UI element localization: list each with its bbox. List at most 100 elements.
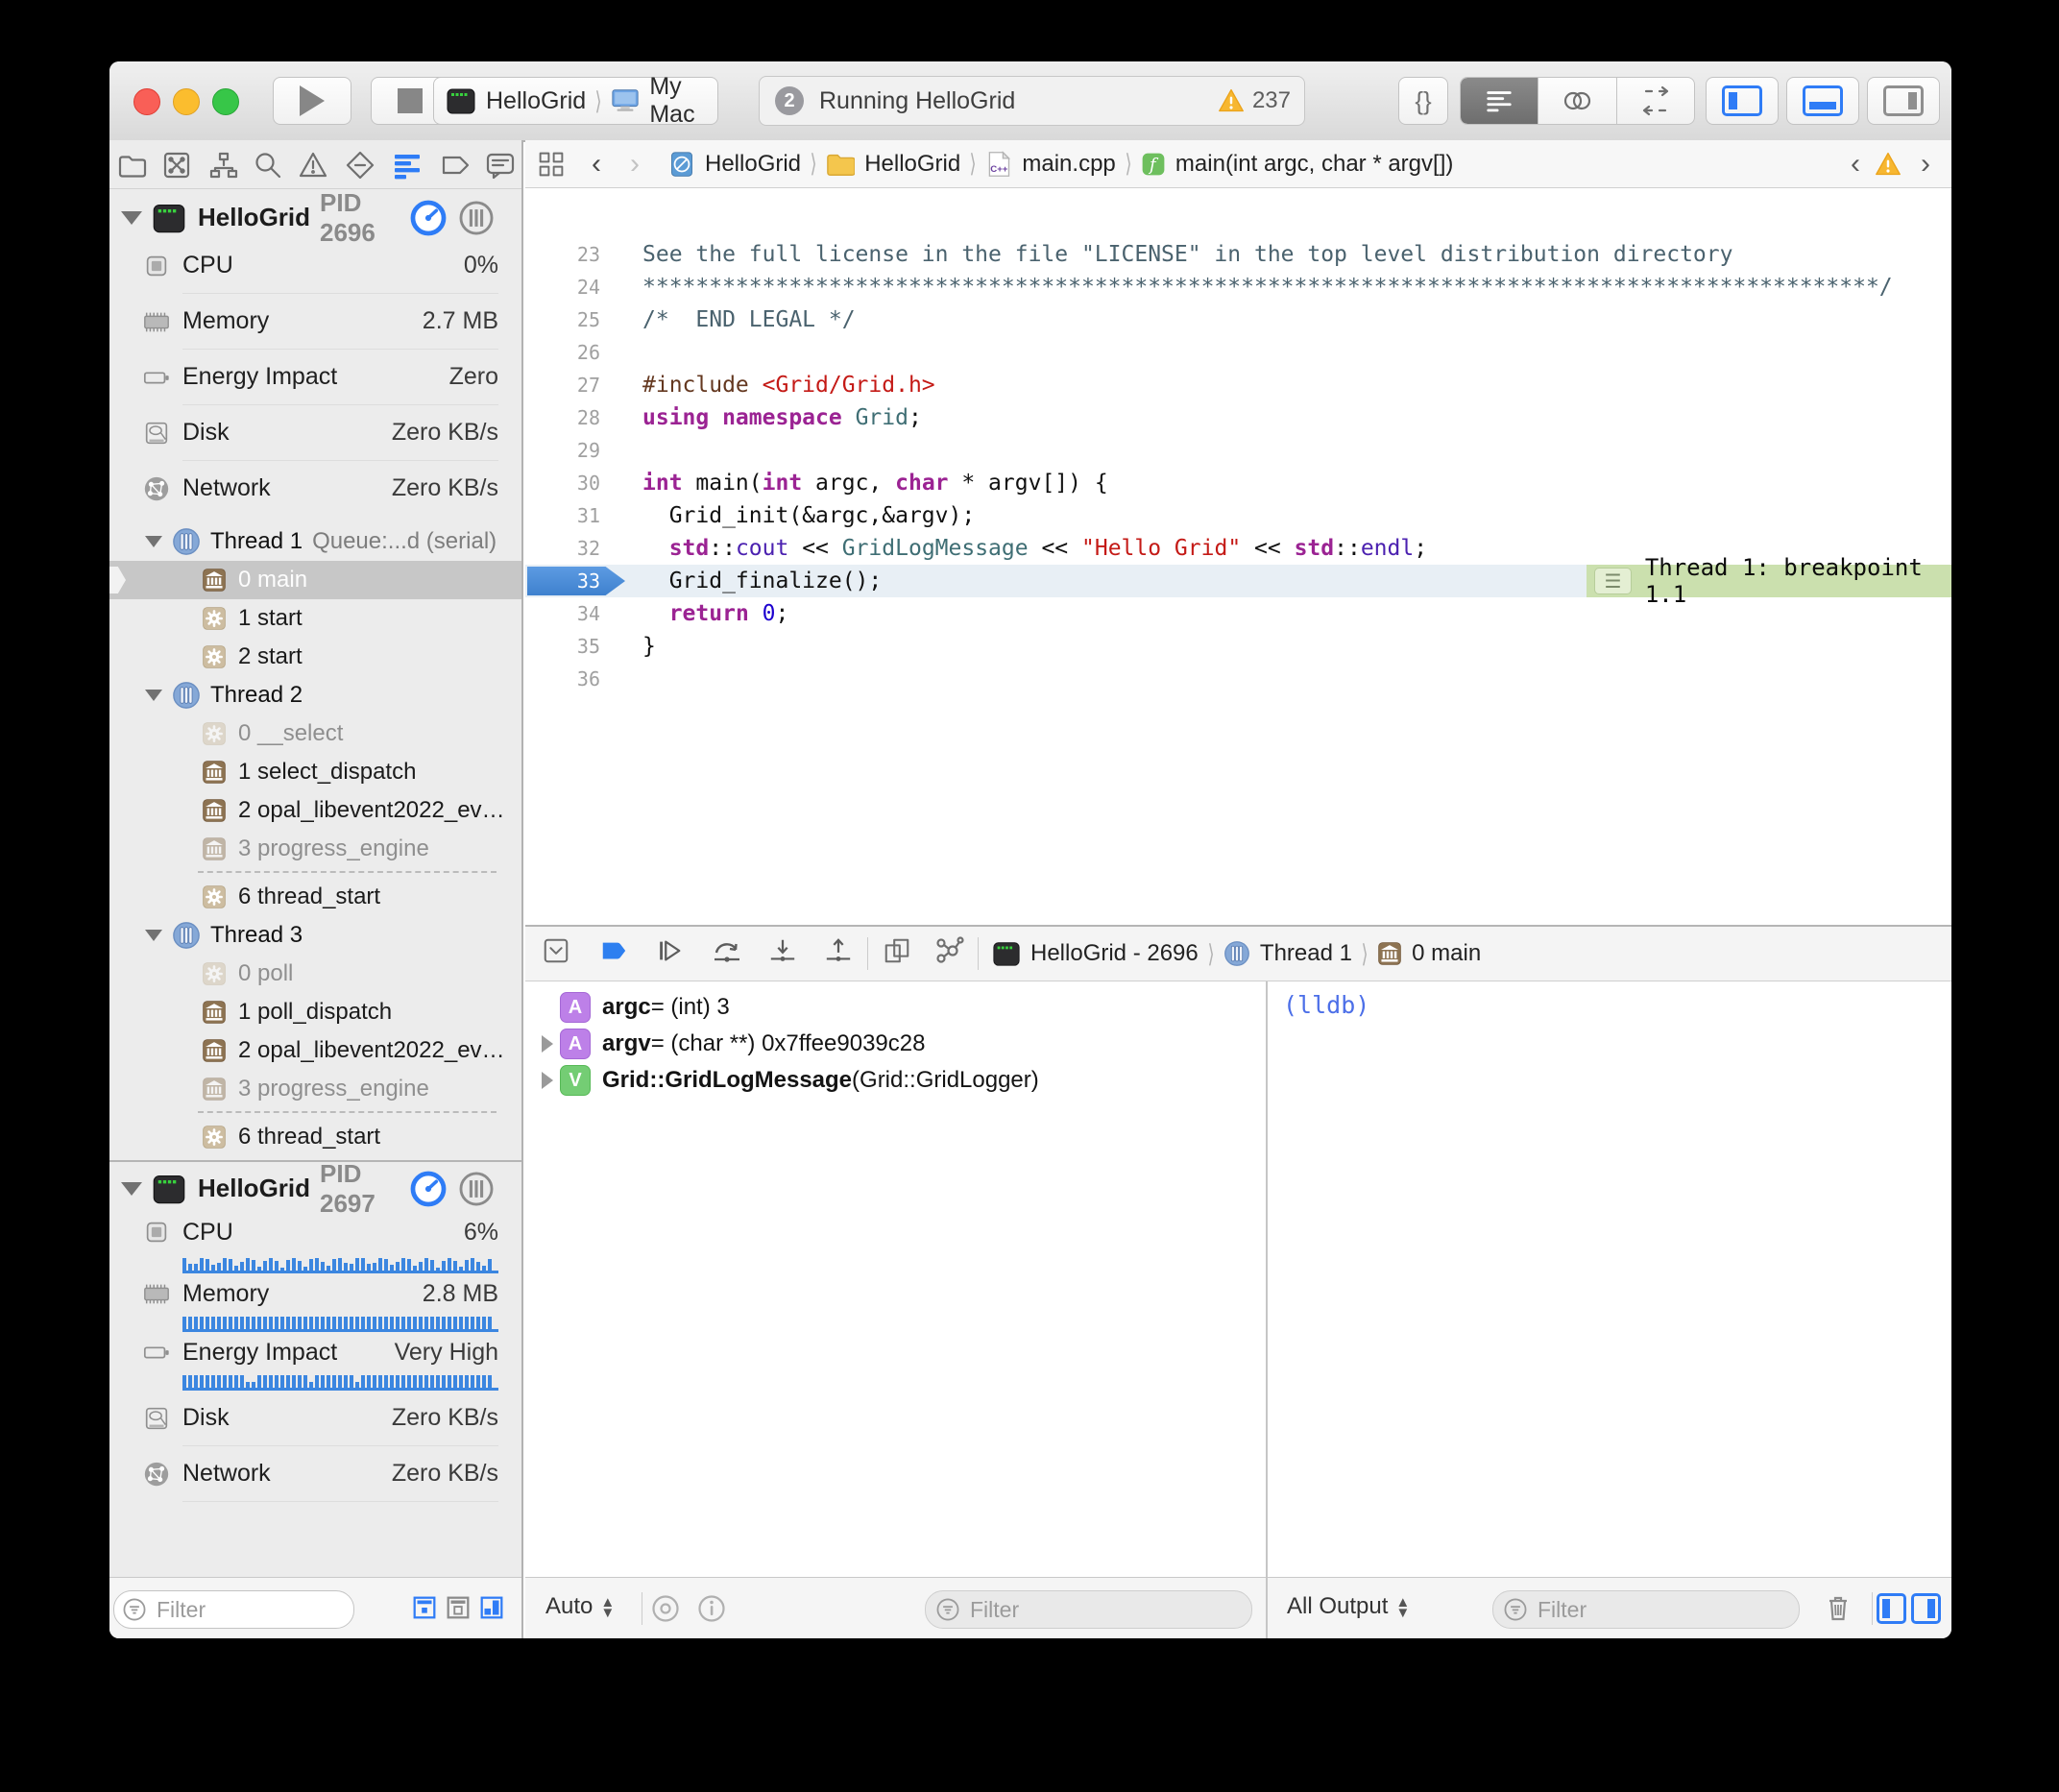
- stack-frame-row[interactable]: 1 poll_dispatch: [109, 993, 521, 1031]
- gauge-row-disk[interactable]: Disk Zero KB/s: [109, 405, 521, 460]
- hide-debug-area-button[interactable]: [535, 934, 577, 973]
- variables-scope-dropdown[interactable]: Auto▲▼: [545, 1593, 615, 1620]
- toggle-inspector-button[interactable]: [1867, 77, 1940, 125]
- gauge-row-cpu[interactable]: CPU 6%: [109, 1209, 521, 1255]
- line-number[interactable]: 35: [525, 630, 600, 663]
- jumpbar-project[interactable]: HelloGrid: [705, 151, 801, 178]
- version-editor-button[interactable]: [1616, 78, 1694, 124]
- step-into-button[interactable]: [762, 934, 804, 973]
- stack-frame-row[interactable]: 0 __select: [109, 714, 521, 753]
- gauge-row-disk[interactable]: Disk Zero KB/s: [109, 1391, 521, 1445]
- minimize-window-button[interactable]: [173, 88, 200, 115]
- source-editor[interactable]: ‹ › HelloGrid ⟩ HelloGrid ⟩ C++ main.cpp…: [525, 140, 1951, 925]
- scheme-selector[interactable]: HelloGrid ⟩ My Mac: [433, 77, 718, 125]
- line-number[interactable]: 28: [525, 401, 600, 434]
- variables-view[interactable]: A argc = (int) 3 A argv = (char **) 0x7f…: [525, 981, 1266, 1577]
- breakpoints-toggle-button[interactable]: [593, 934, 635, 973]
- prev-issue-button[interactable]: ‹: [1851, 148, 1860, 181]
- clear-console-button[interactable]: [1823, 1592, 1853, 1623]
- tab-report-navigator[interactable]: [484, 149, 517, 182]
- stack-frame-row[interactable]: 3 progress_engine: [109, 1070, 521, 1108]
- line-number[interactable]: 24: [525, 271, 600, 303]
- forward-button[interactable]: ›: [630, 148, 640, 181]
- stack-frame-row[interactable]: 6 thread_start: [109, 1118, 521, 1156]
- show-console-toggle[interactable]: [1911, 1593, 1941, 1624]
- stack-frame-row[interactable]: 2 opal_libevent2022_ev…: [109, 1031, 521, 1070]
- debugbar-frame[interactable]: 0 main: [1412, 940, 1481, 967]
- tab-project-navigator[interactable]: [116, 149, 149, 182]
- jumpbar-group[interactable]: HelloGrid: [864, 151, 960, 178]
- related-items-icon[interactable]: [538, 151, 565, 178]
- gauge-row-network[interactable]: Network Zero KB/s: [109, 1446, 521, 1501]
- jumpbar-symbol[interactable]: main(int argc, char * argv[]): [1175, 151, 1453, 178]
- gauge-row-network[interactable]: Network Zero KB/s: [109, 461, 521, 516]
- disclosure-triangle[interactable]: [121, 211, 142, 225]
- memory-graph-button[interactable]: [928, 934, 970, 973]
- tab-source-control[interactable]: [160, 149, 193, 182]
- jumpbar-file[interactable]: main.cpp: [1022, 151, 1115, 178]
- stack-frame-row[interactable]: 6 thread_start: [109, 878, 521, 916]
- tab-breakpoint-navigator[interactable]: [439, 149, 472, 182]
- process-row[interactable]: HelloGrid PID 2697: [109, 1168, 521, 1209]
- code-snippet-button[interactable]: {}: [1398, 77, 1448, 125]
- debugbar-process[interactable]: HelloGrid - 2696: [1030, 940, 1199, 967]
- gauge-row-energy-impact[interactable]: Energy Impact Very High: [109, 1332, 521, 1372]
- view-hierarchy-button[interactable]: [876, 934, 918, 973]
- disclosure-triangle[interactable]: [145, 690, 162, 701]
- stack-frame-row[interactable]: 0 poll: [109, 955, 521, 993]
- line-number[interactable]: 34: [525, 597, 600, 630]
- console-scope-dropdown[interactable]: All Output▲▼: [1287, 1593, 1410, 1620]
- toggle-navigator-button[interactable]: [1706, 77, 1779, 125]
- thread-row[interactable]: Thread 2: [109, 676, 521, 714]
- disclosure-triangle[interactable]: [542, 1035, 553, 1053]
- line-number[interactable]: 27: [525, 369, 600, 401]
- variables-filter-field[interactable]: Filter: [925, 1590, 1252, 1629]
- show-variables-toggle[interactable]: [1877, 1593, 1906, 1624]
- line-number[interactable]: 33: [525, 565, 600, 597]
- stack-frame-row[interactable]: 2 opal_libevent2022_ev…: [109, 791, 521, 830]
- breakpoint-annotation[interactable]: ☰ Thread 1: breakpoint 1.1: [1587, 565, 1951, 597]
- assistant-editor-button[interactable]: [1538, 78, 1615, 124]
- disclosure-triangle[interactable]: [145, 536, 162, 547]
- disclosure-triangle[interactable]: [145, 930, 162, 941]
- pause-process-button[interactable]: [458, 1171, 495, 1207]
- tab-debug-navigator[interactable]: [391, 149, 424, 182]
- line-number[interactable]: 23: [525, 238, 600, 271]
- line-number[interactable]: 31: [525, 499, 600, 532]
- code-area[interactable]: 23 See the full license in the file "LIC…: [525, 188, 1951, 925]
- zoom-window-button[interactable]: [212, 88, 239, 115]
- gauge-button[interactable]: [410, 1171, 447, 1207]
- continue-button[interactable]: [648, 934, 690, 973]
- console-filter-field[interactable]: Filter: [1492, 1590, 1800, 1629]
- thread-row[interactable]: Thread 3: [109, 916, 521, 955]
- disclosure-triangle[interactable]: [121, 1182, 142, 1196]
- filter-gauges-button[interactable]: [410, 1593, 439, 1622]
- toggle-debug-area-button[interactable]: [1786, 77, 1859, 125]
- back-button[interactable]: ‹: [592, 148, 601, 181]
- standard-editor-button[interactable]: [1461, 78, 1538, 124]
- debugbar-thread[interactable]: Thread 1: [1260, 940, 1352, 967]
- line-number[interactable]: 29: [525, 434, 600, 467]
- process-row[interactable]: HelloGrid PID 2696: [109, 197, 521, 238]
- run-button[interactable]: [273, 77, 351, 125]
- stack-frame-row[interactable]: 1 select_dispatch: [109, 753, 521, 791]
- navigator-filter-field[interactable]: Filter: [113, 1590, 354, 1629]
- gauge-row-memory[interactable]: Memory 2.8 MB: [109, 1273, 521, 1314]
- console-view[interactable]: (lldb): [1268, 981, 1951, 1577]
- info-icon[interactable]: [696, 1593, 727, 1624]
- activity-viewer[interactable]: 2 Running HelloGrid 237: [759, 76, 1305, 126]
- next-issue-button[interactable]: ›: [1921, 148, 1930, 181]
- pause-process-button[interactable]: [458, 200, 495, 236]
- stack-frame-row[interactable]: 1 start: [109, 599, 521, 638]
- close-window-button[interactable]: [133, 88, 160, 115]
- tab-find-navigator[interactable]: [252, 149, 284, 182]
- gauge-button[interactable]: [410, 200, 447, 236]
- variable-row[interactable]: A argc = (int) 3: [525, 989, 1266, 1026]
- tab-symbol-navigator[interactable]: [207, 149, 240, 182]
- gauge-row-memory[interactable]: Memory 2.7 MB: [109, 294, 521, 349]
- step-over-button[interactable]: [706, 934, 748, 973]
- step-out-button[interactable]: [817, 934, 860, 973]
- filter-frames-button[interactable]: [477, 1593, 506, 1622]
- disclosure-triangle[interactable]: [542, 1072, 553, 1089]
- gauge-row-cpu[interactable]: CPU 0%: [109, 238, 521, 293]
